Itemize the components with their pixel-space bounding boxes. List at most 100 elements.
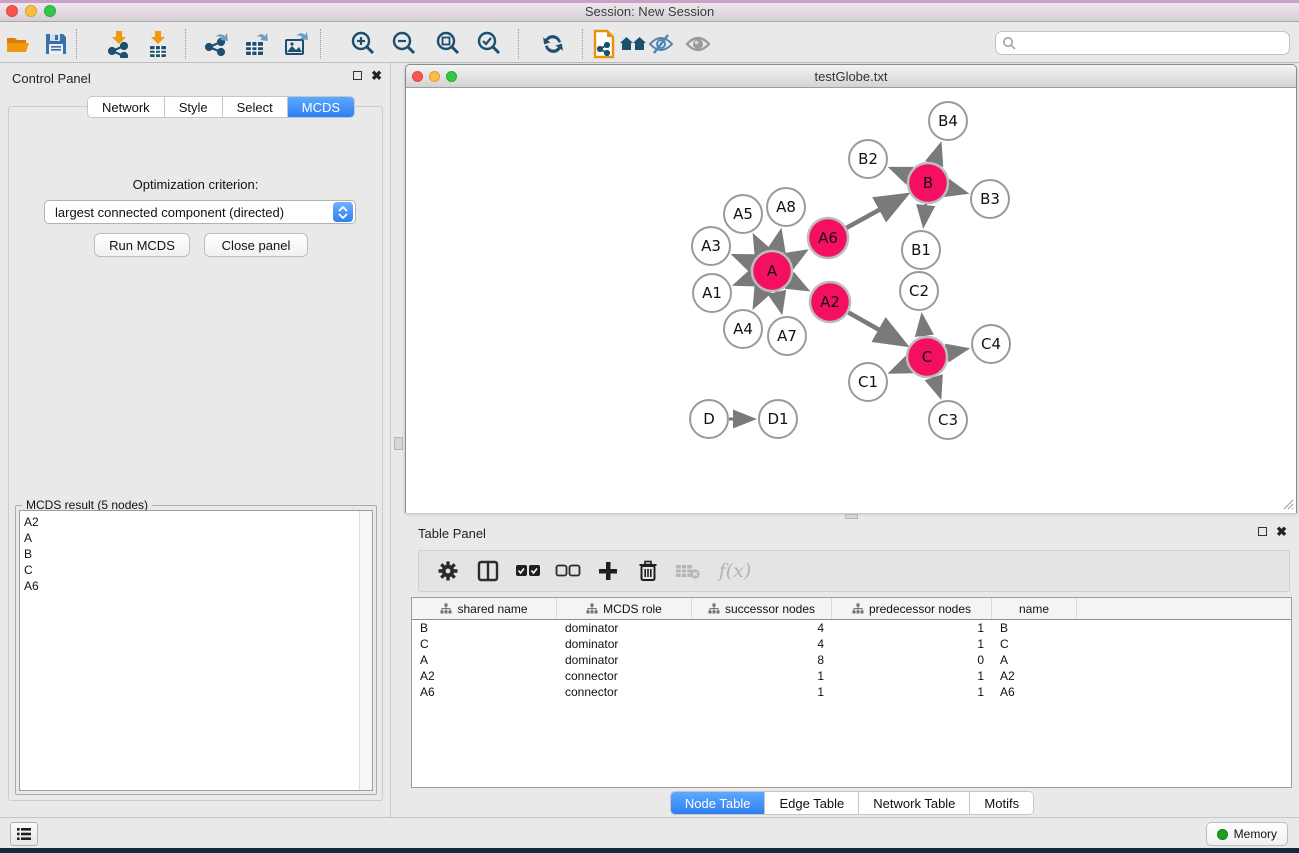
node-C3[interactable]: C3 xyxy=(929,401,967,439)
result-list-scrollbar[interactable] xyxy=(359,511,372,790)
result-item[interactable]: C xyxy=(24,562,359,578)
tab-network[interactable]: Network xyxy=(88,97,165,117)
edge-B-B3[interactable] xyxy=(948,188,964,192)
network-canvas[interactable]: B4B2BB3A8A5A6A3B1AC2A1A2A4A7C4CC1C3DD1 xyxy=(406,88,1296,513)
node-A6[interactable]: A6 xyxy=(808,218,848,258)
close-panel-button[interactable]: Close panel xyxy=(204,233,308,257)
node-C2[interactable]: C2 xyxy=(900,272,938,310)
edge-A-A7[interactable] xyxy=(777,291,781,310)
column-header-predecessor-nodes[interactable]: predecessor nodes xyxy=(832,598,992,619)
show-columns-button[interactable] xyxy=(475,558,501,584)
deselect-all-columns-button[interactable] xyxy=(555,558,581,584)
node-B[interactable]: B xyxy=(908,163,948,203)
node-A7[interactable]: A7 xyxy=(768,317,806,355)
tab-network-table[interactable]: Network Table xyxy=(859,792,970,814)
zoom-out-button[interactable] xyxy=(390,30,418,58)
edge-C-C3[interactable] xyxy=(934,377,940,395)
select-all-columns-button[interactable] xyxy=(515,558,541,584)
column-header-name[interactable]: name xyxy=(992,598,1077,619)
mcds-result-list[interactable]: A2ABCA6 xyxy=(19,510,373,791)
create-column-button[interactable] xyxy=(595,558,621,584)
delete-column-button[interactable] xyxy=(635,558,661,584)
search-field[interactable] xyxy=(995,31,1290,55)
tab-style[interactable]: Style xyxy=(165,97,223,117)
edge-B-B2[interactable] xyxy=(892,169,908,176)
edge-C-C4[interactable] xyxy=(948,349,966,353)
close-table-panel-icon[interactable]: ✖ xyxy=(1276,527,1287,536)
node-C4[interactable]: C4 xyxy=(972,325,1010,363)
zoom-in-button[interactable] xyxy=(349,30,377,58)
vertical-splitter-handle[interactable] xyxy=(394,437,403,450)
node-A8[interactable]: A8 xyxy=(767,188,805,226)
open-session-button[interactable] xyxy=(4,30,32,58)
node-A1[interactable]: A1 xyxy=(693,274,731,312)
show-panel-button[interactable] xyxy=(684,30,712,58)
edge-A-A4[interactable] xyxy=(755,290,763,306)
node-D[interactable]: D xyxy=(690,400,728,438)
resize-grip-icon[interactable] xyxy=(1282,498,1294,510)
node-A[interactable]: A xyxy=(752,251,792,291)
tab-select[interactable]: Select xyxy=(223,97,288,117)
zoom-fit-button[interactable] xyxy=(434,30,462,58)
optimization-criterion-select[interactable]: largest connected component (directed) xyxy=(44,200,356,224)
edge-A-A8[interactable] xyxy=(776,232,780,250)
node-B1[interactable]: B1 xyxy=(902,231,940,269)
column-header-shared-name[interactable]: shared name xyxy=(412,598,557,619)
save-session-button[interactable] xyxy=(42,30,70,58)
node-A2[interactable]: A2 xyxy=(810,282,850,322)
show-hide-panels-button[interactable] xyxy=(619,30,647,58)
node-B3[interactable]: B3 xyxy=(971,180,1009,218)
result-item[interactable]: B xyxy=(24,546,359,562)
result-item[interactable]: A6 xyxy=(24,578,359,594)
edge-A-A6[interactable] xyxy=(790,252,805,261)
node-A3[interactable]: A3 xyxy=(692,227,730,265)
table-settings-button[interactable] xyxy=(435,558,461,584)
edge-A-A5[interactable] xyxy=(755,237,763,252)
network-from-file-button[interactable] xyxy=(590,30,618,58)
edge-B-B4[interactable] xyxy=(934,146,940,163)
tab-motifs[interactable]: Motifs xyxy=(970,792,1033,814)
hide-panel-button[interactable] xyxy=(647,30,675,58)
refresh-button[interactable] xyxy=(539,30,567,58)
table-row[interactable]: Adominator80A xyxy=(412,652,1291,668)
column-header-successor-nodes[interactable]: successor nodes xyxy=(692,598,832,619)
zoom-selected-button[interactable] xyxy=(475,30,503,58)
tab-mcds[interactable]: MCDS xyxy=(288,97,354,117)
horizontal-splitter-handle[interactable] xyxy=(845,514,858,519)
close-panel-icon[interactable]: ✖ xyxy=(371,71,382,80)
node-C1[interactable]: C1 xyxy=(849,363,887,401)
node-B2[interactable]: B2 xyxy=(849,140,887,178)
import-network-button[interactable] xyxy=(105,30,133,58)
tab-edge-table[interactable]: Edge Table xyxy=(765,792,859,814)
edge-A-A2[interactable] xyxy=(791,281,807,289)
run-mcds-button[interactable]: Run MCDS xyxy=(94,233,190,257)
search-input[interactable] xyxy=(1020,36,1289,50)
float-table-panel-icon[interactable] xyxy=(1258,527,1267,536)
table-row[interactable]: A6connector11A6 xyxy=(412,684,1291,700)
float-panel-icon[interactable] xyxy=(353,71,362,80)
result-item[interactable]: A2 xyxy=(24,514,359,530)
edge-A-A1[interactable] xyxy=(736,278,752,284)
result-item[interactable]: A xyxy=(24,530,359,546)
memory-button[interactable]: Memory xyxy=(1206,822,1288,846)
node-A4[interactable]: A4 xyxy=(724,310,762,348)
node-D1[interactable]: D1 xyxy=(759,400,797,438)
export-network-button[interactable] xyxy=(202,30,230,58)
edge-C-C1[interactable] xyxy=(892,365,908,372)
table-row[interactable]: Cdominator41C xyxy=(412,636,1291,652)
edge-A6-B[interactable] xyxy=(846,196,904,228)
edge-A2-C[interactable] xyxy=(848,312,903,343)
table-row[interactable]: A2connector11A2 xyxy=(412,668,1291,684)
edge-C-C2[interactable] xyxy=(922,317,924,336)
edge-A-A3[interactable] xyxy=(735,256,753,263)
export-table-button[interactable] xyxy=(242,30,270,58)
edge-B-B1[interactable] xyxy=(924,204,926,224)
tab-node-table[interactable]: Node Table xyxy=(671,792,766,814)
table-row[interactable]: Bdominator41B xyxy=(412,620,1291,636)
node-A5[interactable]: A5 xyxy=(724,195,762,233)
column-header-MCDS-role[interactable]: MCDS role xyxy=(557,598,692,619)
task-history-button[interactable] xyxy=(10,822,38,846)
network-window-titlebar[interactable]: testGlobe.txt xyxy=(406,65,1296,88)
export-image-button[interactable] xyxy=(282,30,310,58)
import-table-button[interactable] xyxy=(144,30,172,58)
